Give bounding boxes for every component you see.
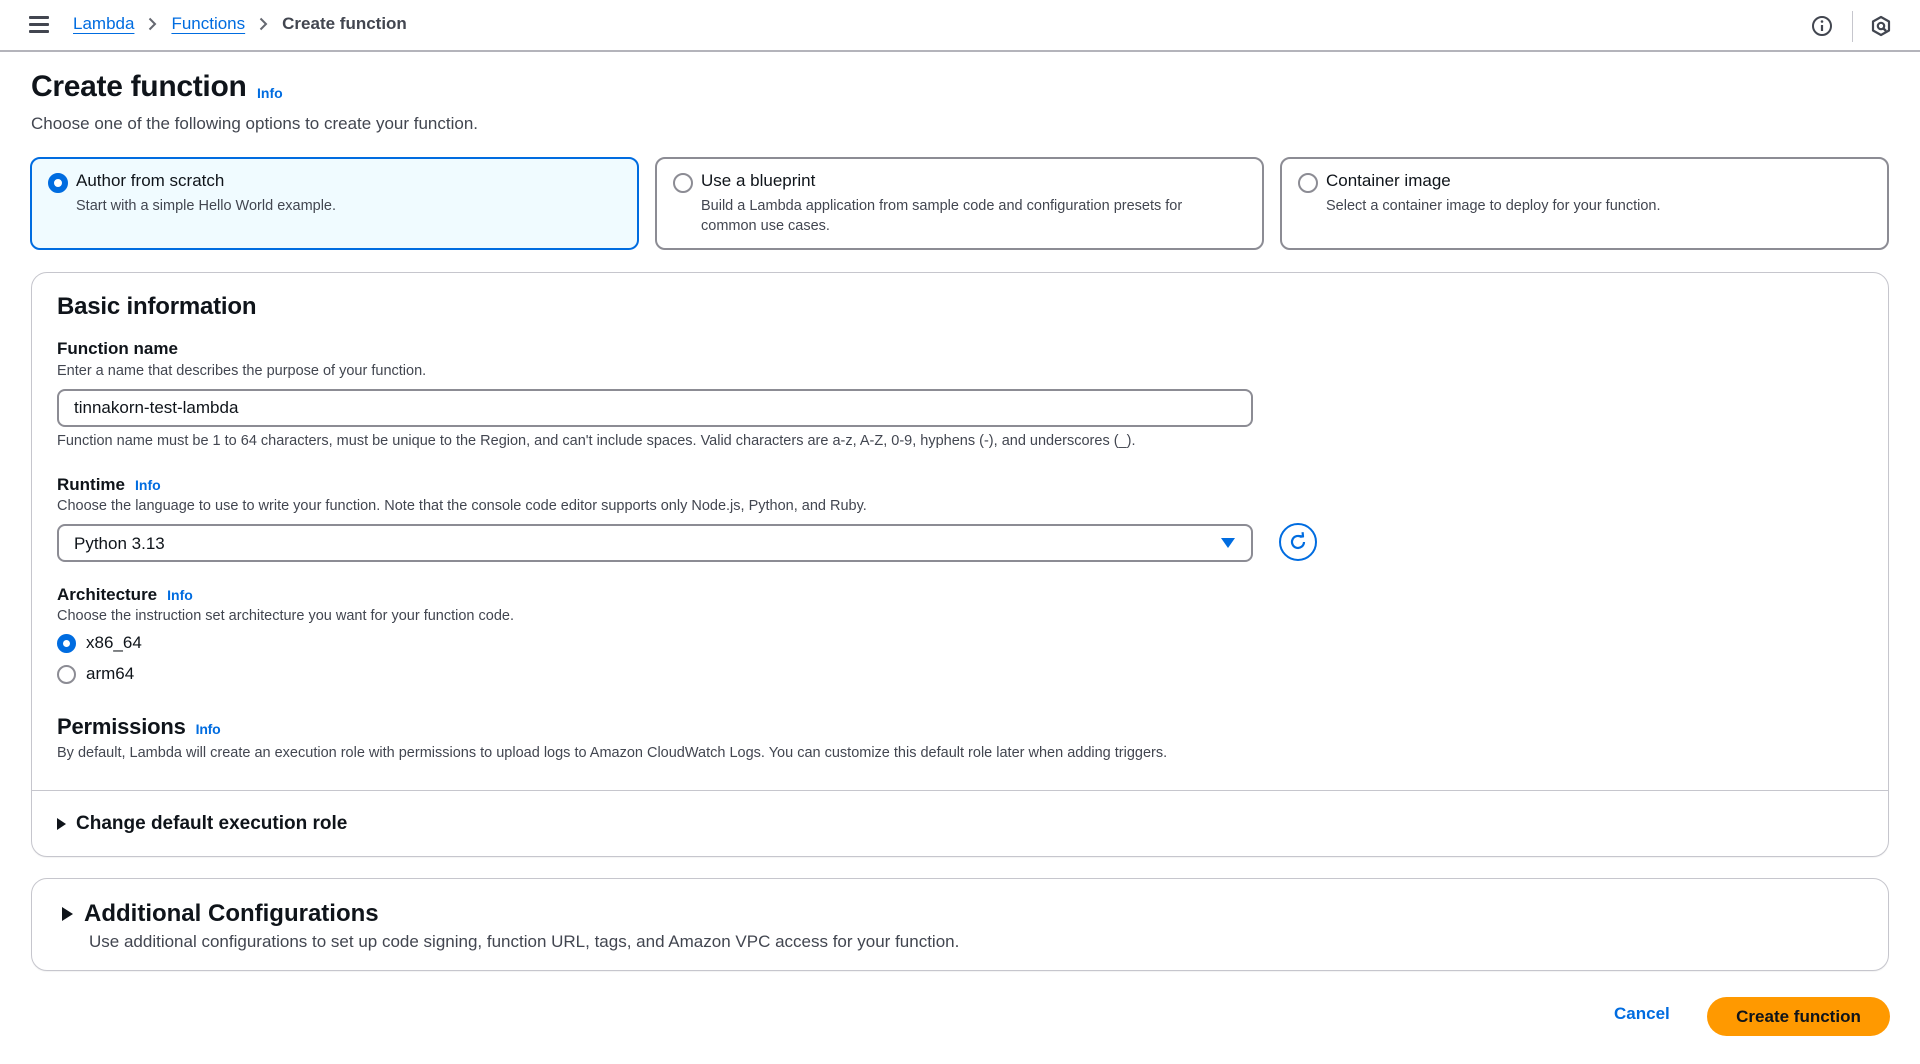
architecture-description: Choose the instruction set architecture … bbox=[57, 608, 514, 624]
hamburger-menu-icon[interactable] bbox=[29, 16, 49, 34]
architecture-label: Architecture Info bbox=[57, 585, 193, 605]
additional-configurations-panel: Additional Configurations Use additional… bbox=[31, 878, 1889, 971]
page-subtitle: Choose one of the following options to c… bbox=[31, 114, 479, 133]
radio-author-from-scratch[interactable] bbox=[48, 173, 68, 193]
radio-label: arm64 bbox=[86, 664, 135, 683]
info-circle-icon[interactable] bbox=[1811, 15, 1833, 37]
refresh-runtime-button[interactable] bbox=[1279, 523, 1317, 561]
breadcrumb: Lambda Functions Create function bbox=[73, 14, 407, 34]
architecture-option-x86-64[interactable]: x86_64 bbox=[57, 633, 142, 653]
permissions-heading-text: Permissions bbox=[57, 714, 186, 739]
architecture-option-arm64[interactable]: arm64 bbox=[57, 664, 134, 684]
option-description: Build a Lambda application from sample c… bbox=[701, 198, 1183, 234]
additional-configurations-heading: Additional Configurations bbox=[84, 900, 379, 927]
option-description: Select a container image to deploy for y… bbox=[1326, 198, 1661, 214]
create-function-button[interactable]: Create function bbox=[1707, 997, 1890, 1036]
runtime-description: Choose the language to use to write your… bbox=[57, 498, 867, 514]
function-name-input[interactable] bbox=[57, 389, 1253, 427]
panel-divider bbox=[32, 790, 1888, 791]
function-name-description: Enter a name that describes the purpose … bbox=[57, 363, 427, 379]
refresh-icon bbox=[1290, 532, 1306, 549]
function-name-label: Function name bbox=[57, 339, 178, 358]
breadcrumb-functions[interactable]: Functions bbox=[171, 14, 245, 34]
basic-information-heading: Basic information bbox=[57, 293, 257, 320]
chevron-right-icon bbox=[259, 17, 268, 31]
runtime-info-link[interactable]: Info bbox=[135, 477, 161, 493]
cancel-button[interactable]: Cancel bbox=[1614, 1004, 1670, 1024]
option-title: Container image bbox=[1326, 171, 1451, 190]
caret-right-icon bbox=[62, 907, 73, 921]
additional-configurations-expander[interactable]: Additional Configurations bbox=[62, 900, 379, 928]
caret-right-icon bbox=[57, 818, 66, 830]
additional-configurations-description: Use additional configurations to set up … bbox=[89, 932, 960, 951]
runtime-label: Runtime Info bbox=[57, 475, 161, 495]
option-title: Author from scratch bbox=[76, 171, 225, 190]
chevron-right-icon bbox=[149, 17, 157, 31]
page-title: Create function bbox=[31, 70, 247, 103]
option-card-use-a-blueprint[interactable]: Use a blueprint Build a Lambda applicati… bbox=[655, 157, 1264, 250]
change-default-execution-role-expander[interactable]: Change default execution role bbox=[57, 813, 347, 835]
architecture-info-link[interactable]: Info bbox=[167, 587, 193, 603]
basic-information-panel: Basic information Function name Enter a … bbox=[31, 272, 1889, 857]
option-title: Use a blueprint bbox=[701, 171, 816, 190]
function-name-hint: Function name must be 1 to 64 characters… bbox=[57, 433, 1136, 449]
caret-down-icon bbox=[1221, 538, 1235, 548]
runtime-select[interactable]: Python 3.13 bbox=[57, 524, 1253, 562]
option-card-author-from-scratch[interactable]: Author from scratch Start with a simple … bbox=[30, 157, 639, 250]
runtime-label-text: Runtime bbox=[57, 475, 125, 494]
radio-container-image[interactable] bbox=[1298, 173, 1318, 193]
permissions-heading: Permissions Info bbox=[57, 714, 221, 740]
permissions-info-link[interactable]: Info bbox=[196, 721, 221, 737]
breadcrumb-current: Create function bbox=[282, 14, 407, 33]
option-description: Start with a simple Hello World example. bbox=[76, 198, 337, 214]
expander-label: Change default execution role bbox=[76, 813, 348, 834]
runtime-selected-value: Python 3.13 bbox=[74, 534, 165, 553]
architecture-label-text: Architecture bbox=[57, 585, 158, 604]
radio-arm64[interactable] bbox=[57, 664, 76, 684]
page-info-link[interactable]: Info bbox=[257, 85, 283, 101]
header-divider bbox=[1852, 11, 1853, 42]
breadcrumb-lambda[interactable]: Lambda bbox=[73, 14, 134, 34]
radio-x86-64[interactable] bbox=[57, 633, 76, 653]
hexagon-notifications-icon[interactable] bbox=[1870, 15, 1892, 37]
radio-label: x86_64 bbox=[86, 633, 142, 652]
top-navigation-bar: Lambda Functions Create function bbox=[0, 0, 1920, 52]
option-card-container-image[interactable]: Container image Select a container image… bbox=[1280, 157, 1889, 250]
radio-use-a-blueprint[interactable] bbox=[673, 173, 693, 193]
permissions-description: By default, Lambda will create an execut… bbox=[57, 745, 1168, 761]
